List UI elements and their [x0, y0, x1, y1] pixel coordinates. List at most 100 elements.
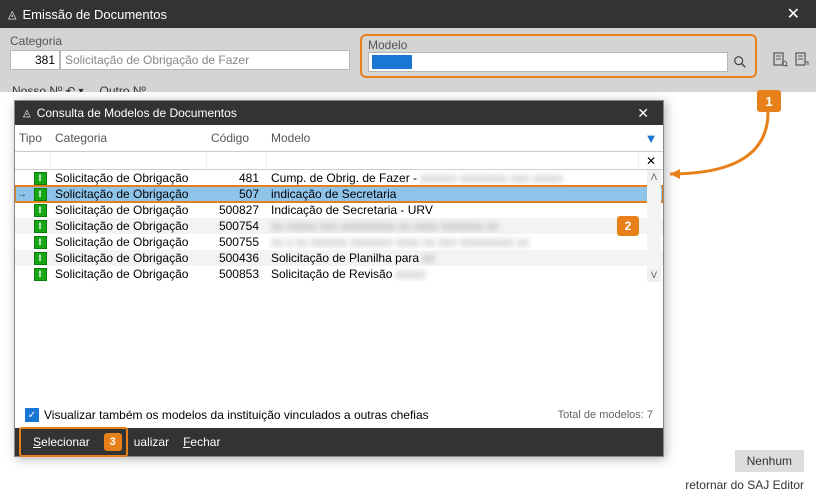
toolbar-config-icon[interactable] — [793, 50, 811, 68]
filter-codigo[interactable] — [207, 152, 267, 169]
categoria-cell: Solicitação de Obrigação — [51, 251, 207, 265]
categoria-name-input[interactable] — [60, 50, 350, 70]
codigo-cell: 500436 — [207, 251, 267, 265]
row-indicator: → — [15, 189, 29, 200]
categoria-cell: Solicitação de Obrigação — [51, 219, 207, 233]
redacted-text: xx xxxxx xxx xxxxxxxxx xx xxxx xxxxxxx x… — [271, 219, 498, 233]
tipo-chip-icon: I — [34, 172, 47, 185]
grid-header: Tipo Categoria Código Modelo ▼ — [15, 125, 663, 152]
codigo-cell: 500754 — [207, 219, 267, 233]
tipo-cell: I — [29, 172, 51, 185]
table-row[interactable]: I Solicitação de Obrigação500827Indicação… — [15, 202, 663, 218]
table-row[interactable]: I Solicitação de Obrigação500754 xx xxxxx… — [15, 218, 663, 234]
tipo-cell: I — [29, 204, 51, 217]
tipo-chip-icon: I — [34, 236, 47, 249]
window-titlebar: ◬ Emissão de Documentos ✕ — [0, 0, 816, 28]
col-modelo-header[interactable]: Modelo — [267, 125, 639, 151]
scrollbar[interactable]: ᐱ ᐯ — [647, 170, 661, 282]
tipo-cell: I — [29, 236, 51, 249]
modelo-cell: Solicitação de Planilha para xx — [267, 251, 645, 265]
filter-categoria[interactable] — [51, 152, 207, 169]
main-toolbar: Categoria Modelo — [0, 28, 816, 92]
scroll-track[interactable] — [647, 184, 661, 268]
visualizar-button[interactable]: ualizar — [132, 431, 171, 453]
tipo-cell: I — [29, 268, 51, 281]
table-row[interactable]: I Solicitação de Obrigação500436Solicitaç… — [15, 250, 663, 266]
tipo-chip-icon: I — [34, 204, 47, 217]
col-tipo-header[interactable]: Tipo — [15, 125, 51, 151]
codigo-cell: 481 — [207, 171, 267, 185]
modelo-label: Modelo — [368, 38, 407, 52]
categoria-cell: Solicitação de Obrigação — [51, 203, 207, 217]
selecionar-rest: elecionar — [41, 435, 90, 449]
col-codigo-header[interactable]: Código — [207, 125, 267, 151]
codigo-cell: 500827 — [207, 203, 267, 217]
window-close-button[interactable]: ✕ — [779, 4, 808, 24]
window-title: Emissão de Documentos — [22, 7, 167, 22]
modal-title-text: Consulta de Modelos de Documentos — [37, 106, 237, 120]
table-row[interactable]: I Solicitação de Obrigação500853Solicitaç… — [15, 266, 663, 282]
modelo-cell: Cump. de Obrig. de Fazer - xxxxxx xxxxxx… — [267, 171, 645, 185]
redacted-text: xx — [422, 251, 434, 265]
scroll-down-icon[interactable]: ᐯ — [647, 268, 661, 282]
filter-clear-icon[interactable]: ✕ — [639, 152, 663, 169]
modal-button-bar: Selecionar 3 ualizar Fechar — [15, 428, 663, 456]
visualizar-checkbox[interactable]: ✓ — [25, 408, 39, 422]
categoria-field-group: Categoria — [10, 34, 350, 70]
modelo-input[interactable] — [368, 52, 728, 72]
categoria-cell: Solicitação de Obrigação — [51, 235, 207, 249]
consulta-modal: ◬ Consulta de Modelos de Documentos ✕ Ti… — [14, 100, 664, 457]
categoria-cell: Solicitação de Obrigação — [51, 171, 207, 185]
modelo-selection-highlight — [372, 55, 412, 69]
codigo-cell: 500755 — [207, 235, 267, 249]
categoria-label: Categoria — [10, 34, 350, 48]
selecionar-accel: S — [33, 435, 41, 449]
fechar-button[interactable]: Fechar — [175, 431, 228, 453]
status-text: retornar do SAJ Editor — [685, 478, 804, 492]
categoria-cell: Solicitação de Obrigação — [51, 187, 207, 201]
filter-icon[interactable]: ▼ — [645, 131, 658, 146]
tipo-chip-icon: I — [34, 268, 47, 281]
table-row[interactable]: I Solicitação de Obrigação481Cump. de Obr… — [15, 170, 663, 186]
preview-placeholder: Nenhum — [735, 450, 804, 472]
step-badge-1: 1 — [757, 90, 781, 112]
modal-icon: ◬ — [23, 108, 31, 119]
total-modelos-label: Total de modelos: 7 — [558, 409, 653, 421]
modelo-cell: Solicitação de Revisão xxxxx — [267, 267, 645, 281]
categoria-cell: Solicitação de Obrigação — [51, 267, 207, 281]
redacted-text: xxxxx — [396, 267, 426, 281]
scroll-up-icon[interactable]: ᐱ — [647, 170, 661, 184]
tipo-chip-icon: I — [34, 220, 47, 233]
tipo-chip-icon: I — [34, 252, 47, 265]
modelo-cell: indicação de Secretaria — [267, 187, 645, 201]
modelo-cell: Indicação de Secretaria - URV — [267, 203, 645, 217]
step-badge-3: 3 — [104, 433, 122, 451]
step-3-highlight: Selecionar 3 — [19, 427, 128, 457]
filter-modelo[interactable] — [267, 152, 639, 169]
table-row[interactable]: → I Solicitação de Obrigação507indicação d… — [15, 186, 663, 202]
modelo-search-icon[interactable] — [731, 53, 749, 71]
toolbar-form-icon[interactable] — [771, 50, 789, 68]
tipo-cell: I — [29, 252, 51, 265]
fechar-rest: echar — [190, 435, 220, 449]
modal-titlebar: ◬ Consulta de Modelos de Documentos ✕ — [15, 101, 663, 125]
modelo-cell: xx xxxxx xxx xxxxxxxxx xx xxxx xxxxxxx x… — [267, 219, 645, 233]
grid-empty-space — [15, 282, 663, 402]
col-categoria-header[interactable]: Categoria — [51, 125, 207, 151]
selecionar-button[interactable]: Selecionar — [25, 431, 98, 453]
visualizar-checkbox-label[interactable]: Visualizar também os modelos da institui… — [44, 408, 429, 422]
modal-close-button[interactable]: ✕ — [631, 105, 655, 122]
tipo-cell: I — [29, 220, 51, 233]
codigo-cell: 507 — [207, 187, 267, 201]
modelo-field-group: Modelo — [360, 34, 757, 78]
grid-body: ISolicitação de Obrigação481Cump. de Obr… — [15, 170, 663, 282]
codigo-cell: 500853 — [207, 267, 267, 281]
modal-footer-info: ✓ Visualizar também os modelos da instit… — [15, 402, 663, 428]
tipo-cell: I — [29, 188, 51, 201]
tipo-chip-icon: I — [34, 188, 47, 201]
step-badge-2: 2 — [617, 216, 639, 236]
categoria-code-input[interactable] — [10, 50, 60, 70]
filter-tipo[interactable] — [15, 152, 51, 169]
grid-filter-row: ✕ — [15, 152, 663, 170]
table-row[interactable]: ISolicitação de Obrigação500755 xx x xx … — [15, 234, 663, 250]
